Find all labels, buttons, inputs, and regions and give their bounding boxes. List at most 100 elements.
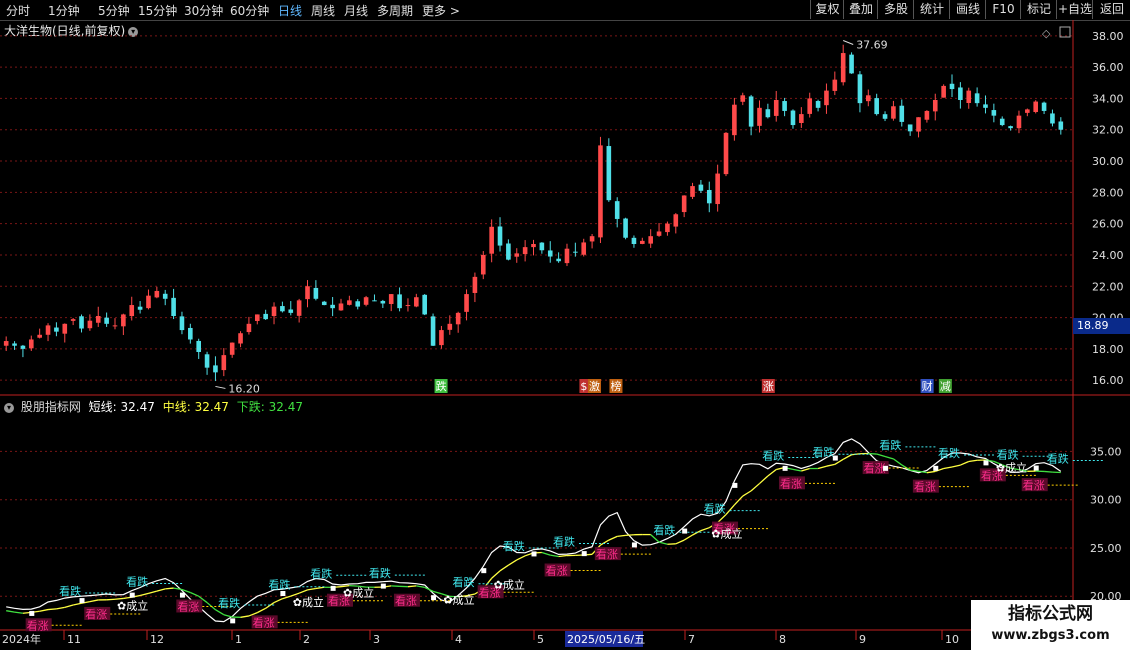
established-signal-5: ✿成立 [711,527,742,541]
candle-body [271,306,277,317]
candle [188,323,193,344]
event-marker-3: 榜 [610,379,621,393]
mid-line-segment [550,554,559,558]
candle-body [849,54,854,74]
toolbar-button-1[interactable]: 叠加 [843,0,878,19]
toolbar-button-6[interactable]: 标记 [1020,0,1057,19]
candle-body [137,306,143,310]
lower-y-tick-1: 30.00 [1090,494,1122,507]
candle [204,351,210,375]
candle-body [1016,115,1022,129]
indicator-dot [682,528,688,534]
candle [146,289,151,310]
candle-body [715,173,720,205]
lower-y-tick-0: 35.00 [1090,445,1122,458]
mid-line-segment [6,610,15,613]
timeframe-tab-0[interactable]: 分时 [6,2,30,19]
fall-signal-15: 看跌 [997,447,1019,461]
candle-body [539,242,545,251]
x-axis-month-8: 7 [688,633,695,646]
candle [489,219,494,263]
timeframe-tab-2[interactable]: 5分钟 [98,2,130,19]
mid-line-segment [307,587,316,591]
mid-line-segment [801,467,810,472]
candle [196,338,201,359]
candle [648,229,653,248]
indicator-dot [581,551,587,557]
mid-line-segment [926,470,936,474]
candle-body [296,300,302,316]
upper-y-tick-3: 32.00 [1092,124,1124,137]
candle-body [773,100,779,116]
timeframe-tab-4[interactable]: 30分钟 [184,2,223,19]
upper-y-tick-1: 36.00 [1092,61,1124,74]
candle [983,95,988,114]
candle [154,286,160,299]
candle-body [598,145,603,238]
timeframe-tab-7[interactable]: 周线 [311,2,335,19]
candle-body [112,325,118,327]
toolbar-button-5[interactable]: F10 [985,0,1021,19]
candle-body [280,306,285,312]
timeframe-tab-8[interactable]: 月线 [344,2,368,19]
candle-body [87,320,93,329]
candle [656,223,662,237]
kline-chart[interactable]: 38.00 36.00 34.00 32.00 30.00 28.00 26.00 24.00… [0,20,1130,650]
fall-signal-1: 看跌 [126,575,148,589]
toolbar-button-2[interactable]: 多股 [877,0,914,19]
toolbar-button-4[interactable]: 画线 [949,0,986,19]
event-marker-2: 激 [589,379,600,393]
toolbar-button-0[interactable]: 复权 [810,0,844,19]
candle-body [966,90,972,104]
x-axis-month-11: 10 [945,633,959,646]
mid-line-segment [767,468,777,477]
candle-body [79,316,84,329]
candle [37,328,42,339]
event-marker-6: 减 [940,380,951,393]
indicator-dot [230,618,236,624]
timeframe-tab-6[interactable]: 日线 [278,2,302,19]
timeframe-tab-9[interactable]: 多周期 [377,2,413,19]
candle-body [422,294,427,315]
candle [824,83,829,114]
candle-body [606,146,612,201]
mid-line-segment [700,527,710,532]
candle-body [288,309,294,313]
toolbar-button-8[interactable]: 返回 [1092,0,1130,19]
candle [45,323,51,342]
candle [87,314,93,331]
timeframe-tab-5[interactable]: 60分钟 [230,2,269,19]
fall-signal-0: 看跌 [59,584,81,598]
candle-body [840,53,846,83]
lower-y-tick-2: 25.00 [1090,542,1122,555]
candle [179,311,185,335]
mid-line-segment [884,455,894,460]
candle-body [623,218,628,238]
candle [799,107,804,128]
candle [840,44,846,86]
toolbar-button-7[interactable]: +自选 [1056,0,1093,19]
candle [506,239,511,261]
candle [916,117,921,138]
candle-body [380,300,386,304]
timeframe-tab-1[interactable]: 1分钟 [48,2,80,19]
upper-y-tick-5: 28.00 [1092,186,1124,199]
candle-body [832,79,838,91]
candle [439,325,444,349]
indicator-dot [1033,465,1039,471]
candle [698,180,704,193]
mid-line-segment [39,608,49,612]
mid-line-segment [73,602,82,606]
toolbar-button-3[interactable]: 统计 [913,0,950,19]
mid-line-segment [165,587,174,590]
indicator-dot [280,591,286,596]
candle [790,109,796,129]
timeframe-tab-10[interactable]: 更多 > [422,2,460,19]
x-axis-month-6: 5 [537,633,544,646]
candle-body [489,226,494,254]
candle-body [372,300,377,302]
timeframe-tab-3[interactable]: 15分钟 [138,2,177,19]
candle-body [388,294,394,305]
watermark-url: www.zbgs3.com [991,628,1110,643]
candle [70,317,76,326]
